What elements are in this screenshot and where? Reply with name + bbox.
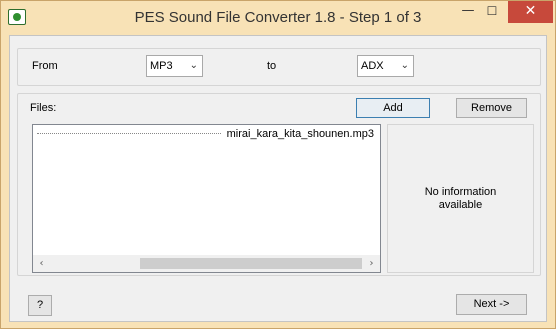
files-label: Files: — [30, 102, 57, 114]
add-button[interactable]: Add — [356, 98, 430, 118]
from-format-select[interactable]: MP3 ⌄ — [146, 55, 203, 77]
info-text-line1: No information — [424, 185, 497, 198]
from-label: From — [32, 60, 58, 72]
info-text-line2: available — [438, 198, 483, 211]
scroll-right-icon[interactable]: › — [363, 255, 380, 272]
remove-button[interactable]: Remove — [456, 98, 527, 118]
horizontal-scrollbar[interactable]: ‹ › — [33, 255, 380, 272]
next-button[interactable]: Next -> — [456, 294, 527, 315]
to-format-select[interactable]: ADX ⌄ — [357, 55, 414, 77]
client-area: From MP3 ⌄ to ADX ⌄ Files: Add Remove mi… — [9, 35, 547, 322]
close-icon[interactable]: ✕ — [508, 1, 553, 23]
help-button[interactable]: ? — [28, 295, 52, 316]
title-bar[interactable]: PES Sound File Converter 1.8 - Step 1 of… — [1, 1, 555, 35]
app-window: PES Sound File Converter 1.8 - Step 1 of… — [0, 0, 556, 329]
chevron-down-icon: ⌄ — [400, 60, 409, 71]
chevron-down-icon: ⌄ — [189, 60, 198, 71]
minimize-icon[interactable]: — — [456, 1, 480, 23]
to-label: to — [267, 60, 277, 72]
file-info-panel: No information available — [387, 124, 534, 273]
list-item[interactable]: mirai_kara_kita_shounen.mp3 — [35, 128, 378, 141]
maximize-icon[interactable]: ☐ — [480, 1, 504, 23]
to-format-value: ADX — [361, 60, 384, 72]
file-list[interactable]: mirai_kara_kita_shounen.mp3 ‹ › — [32, 124, 381, 273]
from-format-value: MP3 — [150, 60, 173, 72]
format-group: From MP3 ⌄ to ADX ⌄ — [17, 48, 541, 86]
scroll-left-icon[interactable]: ‹ — [33, 255, 50, 272]
info-text: No information available — [411, 186, 511, 212]
scrollbar-thumb[interactable] — [140, 258, 362, 269]
